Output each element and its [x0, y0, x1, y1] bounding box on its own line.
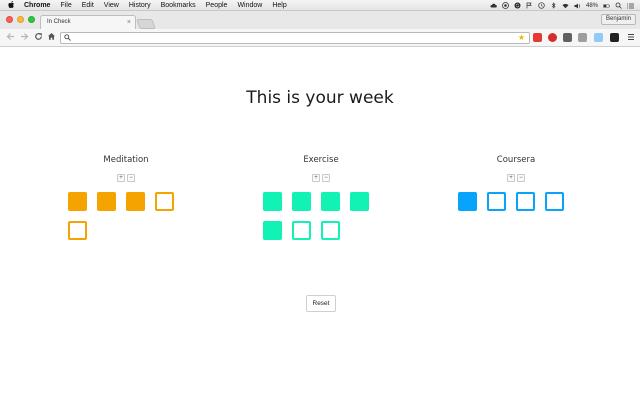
close-tab-icon[interactable]: × — [127, 16, 131, 29]
record-icon[interactable] — [502, 2, 509, 9]
menu-history[interactable]: History — [129, 0, 151, 11]
search-icon — [64, 34, 71, 45]
habit-name: Coursera — [496, 155, 536, 165]
back-arrow-icon[interactable] — [5, 32, 15, 44]
day-square-empty[interactable] — [155, 192, 174, 211]
minimize-window-button[interactable] — [17, 16, 24, 23]
profile-button[interactable]: Benjamin — [600, 14, 636, 25]
habit-name: Exercise — [303, 155, 339, 165]
new-tab-button[interactable] — [136, 19, 156, 29]
day-square-filled[interactable] — [126, 192, 145, 211]
habit-name: Meditation — [103, 155, 149, 165]
page-title: This is your week — [246, 88, 394, 108]
window-controls — [6, 16, 35, 23]
day-square-empty[interactable] — [321, 221, 340, 240]
wifi-icon[interactable] — [562, 2, 569, 9]
sync-icon[interactable] — [514, 2, 521, 9]
day-square-empty[interactable] — [487, 192, 506, 211]
menu-bookmarks[interactable]: Bookmarks — [161, 0, 196, 11]
day-square-empty[interactable] — [545, 192, 564, 211]
decrement-button[interactable]: − — [127, 174, 135, 182]
day-square-filled[interactable] — [68, 192, 87, 211]
menu-view[interactable]: View — [104, 0, 119, 11]
extension-download-icon[interactable] — [610, 33, 619, 42]
day-square-empty[interactable] — [68, 221, 87, 240]
decrement-button[interactable]: − — [517, 174, 525, 182]
volume-icon[interactable] — [574, 2, 581, 9]
day-square-filled[interactable] — [321, 192, 340, 211]
browser-tab-active[interactable]: In Check × — [40, 15, 136, 29]
habit-controls: + − — [66, 174, 186, 182]
reset-button[interactable]: Reset — [306, 295, 336, 312]
decrement-button[interactable]: − — [322, 174, 330, 182]
extension-docs-icon[interactable] — [594, 33, 603, 42]
browser-toolbar: ★ — [0, 29, 640, 47]
tab-title: In Check — [47, 19, 71, 25]
menu-app-name[interactable]: Chrome — [24, 0, 50, 11]
notification-center-icon[interactable] — [627, 2, 634, 9]
menu-help[interactable]: Help — [272, 0, 286, 11]
habit-controls: + − — [456, 174, 576, 182]
day-square-filled[interactable] — [350, 192, 369, 211]
spotlight-icon[interactable] — [615, 2, 622, 9]
bluetooth-icon[interactable] — [550, 2, 557, 9]
apple-icon[interactable] — [8, 1, 16, 9]
day-square-empty[interactable] — [292, 221, 311, 240]
menu-window[interactable]: Window — [237, 0, 262, 11]
increment-button[interactable]: + — [507, 174, 515, 182]
bookmark-star-icon[interactable]: ★ — [518, 33, 525, 43]
flag-icon[interactable] — [526, 2, 533, 9]
reload-icon[interactable] — [33, 32, 43, 44]
forward-arrow-icon[interactable] — [19, 32, 29, 44]
browser-tab-strip: In Check × Benjamin — [0, 11, 640, 29]
menu-edit[interactable]: Edit — [82, 0, 94, 11]
extension-screen-icon[interactable] — [578, 33, 587, 42]
habit-controls: + − — [261, 174, 381, 182]
day-square-filled[interactable] — [263, 221, 282, 240]
cloud-icon[interactable] — [490, 2, 497, 9]
battery-percent: 48% — [585, 2, 598, 9]
habit-coursera: Coursera + − — [456, 155, 576, 211]
increment-button[interactable]: + — [312, 174, 320, 182]
day-square-filled[interactable] — [292, 192, 311, 211]
habit-meditation: Meditation + − — [66, 155, 186, 240]
menubar-status-area: 48% — [490, 0, 634, 11]
battery-icon[interactable] — [603, 2, 610, 9]
extension-pocket-icon[interactable] — [563, 33, 572, 42]
extension-abp-icon[interactable] — [548, 33, 557, 42]
day-square-filled[interactable] — [263, 192, 282, 211]
habit-exercise: Exercise + − — [261, 155, 381, 240]
chrome-menu-icon[interactable] — [626, 32, 636, 44]
menu-people[interactable]: People — [206, 0, 228, 11]
zoom-window-button[interactable] — [28, 16, 35, 23]
day-square-filled[interactable] — [458, 192, 477, 211]
address-bar[interactable]: ★ — [60, 32, 530, 44]
day-square-empty[interactable] — [516, 192, 535, 211]
close-window-button[interactable] — [6, 16, 13, 23]
menu-file[interactable]: File — [60, 0, 71, 11]
increment-button[interactable]: + — [117, 174, 125, 182]
home-icon[interactable] — [46, 32, 56, 44]
extension-red-plus-icon[interactable] — [533, 33, 542, 42]
macos-menu-bar: Chrome File Edit View History Bookmarks … — [0, 0, 640, 11]
time-machine-icon[interactable] — [538, 2, 545, 9]
day-square-filled[interactable] — [97, 192, 116, 211]
